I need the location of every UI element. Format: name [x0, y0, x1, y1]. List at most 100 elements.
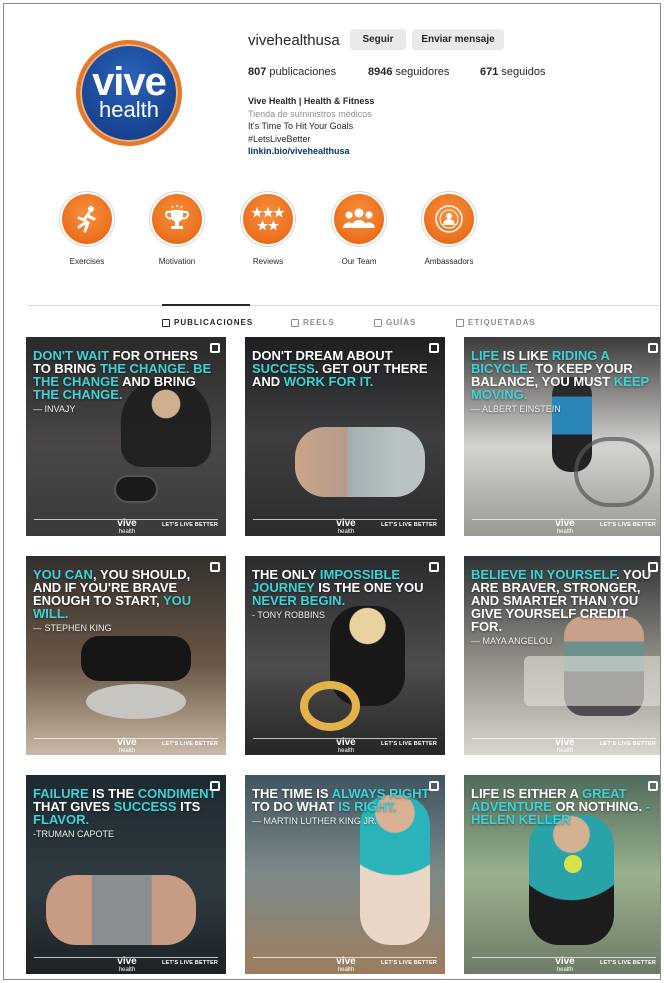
post-tile[interactable]: DON'T DREAM ABOUT SUCCESS. GET OUT THERE…	[245, 337, 445, 536]
tagged-icon	[456, 318, 464, 327]
highlight-label: Ambassadors	[424, 257, 474, 266]
highlight-ambassadors[interactable]: Ambassadors	[404, 191, 494, 266]
tabs-divider	[28, 305, 660, 306]
carousel-icon	[429, 343, 439, 353]
following-count: 671	[480, 66, 499, 78]
quote-author: — INVAJY	[33, 404, 76, 414]
post-quote: YOU CAN, YOU SHOULD, AND IF YOU'RE BRAVE…	[33, 568, 218, 635]
post-footer: vive health LET'S LIVE BETTER	[245, 952, 445, 974]
profile-avatar[interactable]: vive health	[76, 40, 182, 146]
photo-figure	[81, 636, 191, 681]
footer-tagline: LET'S LIVE BETTER	[161, 522, 218, 528]
bio-link[interactable]: linkin.bio/vivehealthusa	[248, 145, 548, 158]
quote-author: — STEPHEN KING	[33, 623, 112, 633]
footer-tagline: LET'S LIVE BETTER	[599, 741, 656, 747]
footer-tagline: LET'S LIVE BETTER	[380, 522, 437, 528]
post-quote: THE ONLY IMPOSSIBLE JOURNEY IS THE ONE Y…	[252, 568, 437, 622]
footer-logo-health: health	[118, 967, 136, 973]
post-tile[interactable]: DON'T WAIT FOR OTHERS TO BRING THE CHANG…	[26, 337, 226, 536]
footer-logo-health: health	[556, 967, 574, 973]
post-tile[interactable]: THE ONLY IMPOSSIBLE JOURNEY IS THE ONE Y…	[245, 556, 445, 755]
highlight-ring	[331, 191, 387, 247]
quote-text: ITS	[180, 799, 201, 814]
following-label: seguidos	[501, 66, 546, 78]
runner-icon	[62, 194, 112, 244]
posts-label: publicaciones	[269, 66, 337, 78]
tab-reels[interactable]: REELS	[291, 318, 335, 327]
carousel-icon	[648, 562, 658, 572]
avatar-logo-health: health	[99, 97, 159, 122]
followers-stat[interactable]: 8946 seguidores	[368, 66, 449, 78]
footer-logo: vive health	[331, 957, 361, 974]
quote-author: — MAYA ANGELOU	[471, 636, 553, 646]
posts-count: 807	[248, 66, 267, 78]
footer-tagline: LET'S LIVE BETTER	[599, 522, 656, 528]
follow-button[interactable]: Seguir	[350, 29, 406, 50]
carousel-icon	[210, 562, 220, 572]
bio-hashtag[interactable]: #LetsLiveBetter	[248, 133, 548, 146]
carousel-icon	[648, 343, 658, 353]
highlight-label: Reviews	[252, 257, 284, 266]
post-tile[interactable]: LIFE IS EITHER A GREAT ADVENTURE OR NOTH…	[464, 775, 660, 974]
trophy-icon	[152, 194, 202, 244]
post-tile[interactable]: THE TIME IS ALWAYS RIGHT TO DO WHAT IS R…	[245, 775, 445, 974]
tab-guias[interactable]: GUÍAS	[374, 318, 416, 327]
post-tile[interactable]: LIFE IS LIKE RIDING A BICYCLE. TO KEEP Y…	[464, 337, 660, 536]
quote-author: — ALBERT EINSTEIN	[471, 404, 561, 414]
highlight-reviews[interactable]: Reviews	[223, 191, 313, 266]
footer-tagline: LET'S LIVE BETTER	[380, 960, 437, 966]
reels-icon	[291, 318, 299, 327]
post-footer: vive health LET'S LIVE BETTER	[26, 733, 226, 755]
highlight-motivation[interactable]: Motivation	[132, 191, 222, 266]
footer-logo-health: health	[118, 529, 136, 535]
exercise-bike	[574, 437, 654, 507]
tab-publicaciones[interactable]: PUBLICACIONES	[162, 318, 253, 327]
followers-count: 8946	[368, 66, 393, 78]
footer-logo-health: health	[118, 748, 136, 754]
footer-logo: vive health	[112, 519, 142, 536]
highlight-ring	[149, 191, 205, 247]
footer-logo: vive health	[550, 519, 580, 536]
footer-tagline: LET'S LIVE BETTER	[599, 960, 656, 966]
post-footer: vive health LET'S LIVE BETTER	[26, 952, 226, 974]
tab-etiquetadas[interactable]: ETIQUETADAS	[456, 318, 536, 327]
highlight-our-team[interactable]: Our Team	[314, 191, 404, 266]
balance-board	[86, 684, 186, 719]
post-tile[interactable]: YOU CAN, YOU SHOULD, AND IF YOU'RE BRAVE…	[26, 556, 226, 755]
profile-bio: Vive Health | Health & Fitness Tienda de…	[248, 95, 548, 158]
quote-highlight-text: IS RIGHT.	[338, 799, 397, 814]
ambassador-icon	[424, 194, 474, 244]
tab-label: PUBLICACIONES	[174, 318, 254, 327]
posts-stat[interactable]: 807 publicaciones	[248, 66, 336, 78]
footer-logo-health: health	[337, 529, 355, 535]
quote-highlight-text: WORK FOR IT.	[283, 374, 374, 389]
quote-highlight-text: FLAVOR.	[33, 812, 90, 827]
footer-logo: vive health	[550, 957, 580, 974]
post-quote: DON'T WAIT FOR OTHERS TO BRING THE CHANG…	[33, 349, 218, 416]
tab-label: REELS	[303, 318, 335, 327]
footer-tagline: LET'S LIVE BETTER	[161, 960, 218, 966]
carousel-icon	[210, 343, 220, 353]
highlight-exercises[interactable]: Exercises	[42, 191, 132, 266]
footer-logo: vive health	[112, 738, 142, 755]
tab-label: ETIQUETADAS	[468, 318, 536, 327]
footer-logo: vive health	[550, 738, 580, 755]
highlight-label: Our Team	[341, 257, 377, 266]
carousel-icon	[210, 781, 220, 791]
footer-logo-health: health	[337, 748, 355, 754]
tennis-ball	[564, 855, 582, 873]
post-footer: vive health LET'S LIVE BETTER	[464, 514, 660, 536]
quote-highlight-text: NEVER BEGIN.	[252, 593, 346, 608]
post-quote: LIFE IS LIKE RIDING A BICYCLE. TO KEEP Y…	[471, 349, 656, 416]
send-message-button[interactable]: Enviar mensaje	[412, 29, 504, 50]
footer-logo-health: health	[556, 748, 574, 754]
post-quote: FAILURE IS THE CONDIMENT THAT GIVES SUCC…	[33, 787, 218, 841]
post-footer: vive health LET'S LIVE BETTER	[245, 514, 445, 536]
post-quote: THE TIME IS ALWAYS RIGHT TO DO WHAT IS R…	[252, 787, 437, 828]
highlight-ring	[421, 191, 477, 247]
footer-tagline: LET'S LIVE BETTER	[380, 741, 437, 747]
post-tile[interactable]: BELIEVE IN YOURSELF. YOU ARE BRAVER, STR…	[464, 556, 660, 755]
post-tile[interactable]: FAILURE IS THE CONDIMENT THAT GIVES SUCC…	[26, 775, 226, 974]
following-stat[interactable]: 671 seguidos	[480, 66, 545, 78]
foam-roller	[114, 475, 158, 503]
